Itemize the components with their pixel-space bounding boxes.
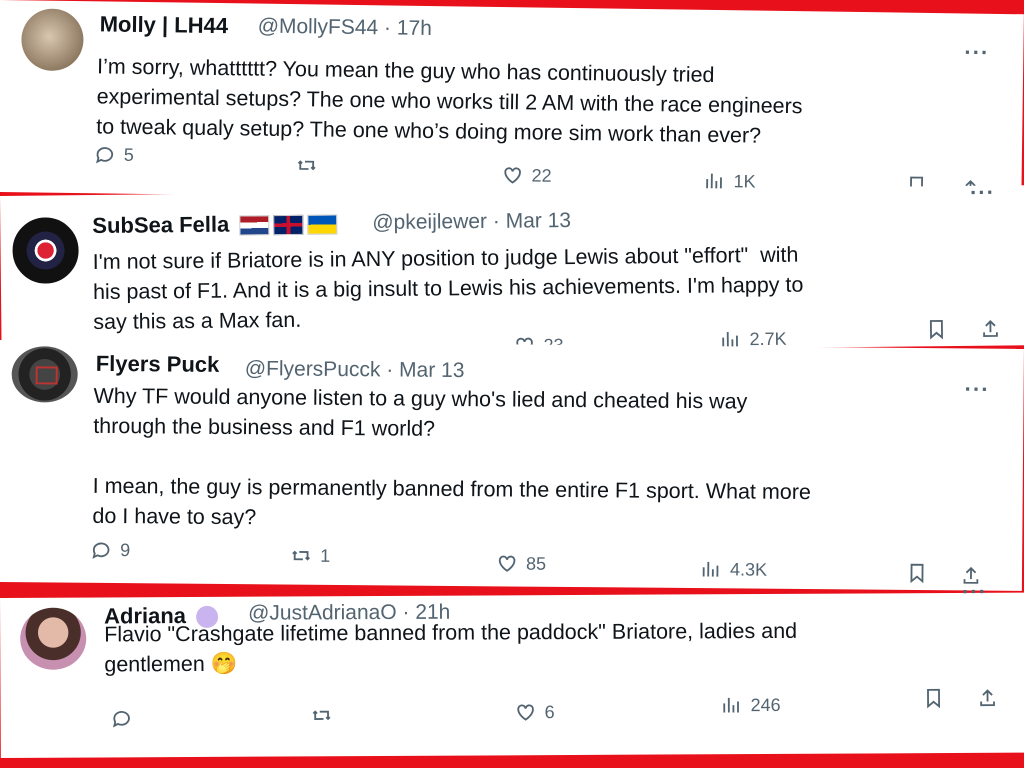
bar-chart-icon <box>723 697 739 713</box>
retweet-icon <box>312 710 331 721</box>
bookmark-button[interactable] <box>906 562 928 584</box>
reply-button[interactable] <box>111 707 133 729</box>
share-button[interactable] <box>979 318 1001 340</box>
more-options-button[interactable]: ··· <box>970 180 995 206</box>
like-count: 22 <box>531 164 552 186</box>
retweet-button[interactable] <box>311 704 333 726</box>
author-handle[interactable]: @FlyersPucck · Mar 13 <box>245 357 465 383</box>
share-button[interactable] <box>976 687 998 709</box>
author-name[interactable]: Molly | LH44 <box>99 11 229 39</box>
tweet-card: Flyers Puck @FlyersPucck · Mar 13 ··· Wh… <box>0 340 1024 591</box>
share-icon <box>983 320 998 337</box>
author-handle[interactable]: @pkeijlewer · Mar 13 <box>372 209 571 235</box>
netherlands-flag-icon <box>239 215 270 236</box>
like-button[interactable]: 22 <box>501 164 552 187</box>
tweet-card: SubSea Fella @pkeijlewer · Mar 13 ··· I'… <box>0 180 1024 356</box>
heart-icon <box>498 555 516 572</box>
like-count: 85 <box>525 553 547 574</box>
bookmark-icon <box>910 563 924 584</box>
reply-button[interactable]: 5 <box>94 143 134 166</box>
tweet-card: Adriana @JustAdrianaO · 21h ··· Flavio "… <box>0 579 1024 758</box>
views-button[interactable]: 4.3K <box>700 558 767 581</box>
avatar[interactable] <box>21 8 84 72</box>
author-name[interactable]: SubSea Fella <box>92 210 338 239</box>
tweet-text: I’m sorry, whatttttt? You mean the guy w… <box>96 54 803 148</box>
like-button[interactable]: 6 <box>515 701 555 723</box>
uk-flag-icon <box>273 215 304 236</box>
reply-count: 9 <box>120 539 131 560</box>
avatar[interactable] <box>11 346 78 403</box>
reply-count: 5 <box>123 144 135 165</box>
bookmark-icon <box>929 319 943 340</box>
author-name[interactable]: Flyers Puck <box>96 351 220 378</box>
more-options-button[interactable]: ··· <box>964 39 989 65</box>
avatar[interactable] <box>20 607 87 670</box>
views-button[interactable]: 246 <box>721 694 781 716</box>
tweet-card: Molly | LH44 @MollyFS44 · 17h ··· I’m so… <box>0 0 1024 207</box>
retweet-count: 1 <box>320 545 331 566</box>
like-count: 6 <box>544 701 555 722</box>
bookmark-icon <box>927 688 941 709</box>
tweet-text: I'm not sure if Briatore is in ANY posit… <box>92 242 804 335</box>
bookmark-button[interactable] <box>922 687 944 709</box>
view-count: 246 <box>750 694 781 715</box>
reply-icon <box>112 711 130 728</box>
badge-emblem <box>35 366 58 385</box>
more-options-button[interactable]: ··· <box>964 376 990 402</box>
tweet-text: Why TF would anyone listen to a guy who'… <box>92 383 812 530</box>
view-count: 4.3K <box>729 558 768 580</box>
share-icon <box>980 689 995 707</box>
avatar[interactable] <box>10 215 81 286</box>
heart-icon <box>504 167 521 184</box>
more-options-button[interactable]: ··· <box>962 579 987 605</box>
tweet-text: Flavio "Crashgate lifetime banned from t… <box>104 618 798 677</box>
author-handle[interactable]: @MollyFS44 · 17h <box>257 15 433 41</box>
bar-chart-icon <box>702 561 719 577</box>
heart-icon <box>517 704 534 721</box>
reply-icon <box>92 542 110 559</box>
retweet-icon <box>297 160 316 171</box>
retweet-button[interactable] <box>296 154 318 176</box>
reply-button[interactable]: 9 <box>90 539 130 561</box>
retweet-button[interactable]: 1 <box>290 545 330 567</box>
ukraine-flag-icon <box>307 214 338 235</box>
like-button[interactable]: 85 <box>496 552 546 574</box>
retweet-icon <box>292 550 311 561</box>
bookmark-button[interactable] <box>925 318 947 340</box>
reply-icon <box>96 147 114 164</box>
badge-emblem <box>26 231 65 270</box>
author-name-text: SubSea Fella <box>92 211 230 239</box>
